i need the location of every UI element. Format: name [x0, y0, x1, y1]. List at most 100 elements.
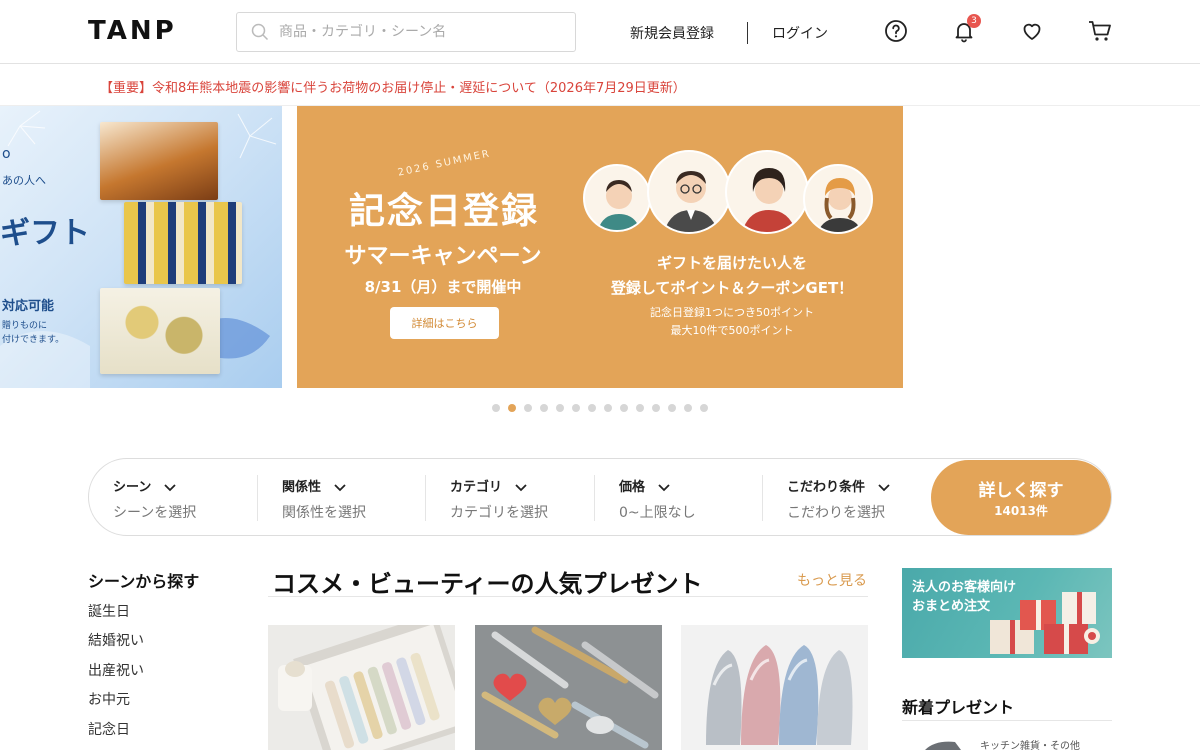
search-filter-bar: シーン シーンを選択 関係性 関係性を選択 カテゴリ カテゴリを選択 価格 0~… — [88, 458, 1112, 536]
search-box[interactable] — [236, 12, 576, 52]
sidebar-item-ochugen[interactable]: お中元 — [88, 689, 130, 709]
carousel-dot[interactable] — [492, 404, 500, 412]
sidebar-item-anniversary[interactable]: 記念日 — [88, 719, 130, 739]
filter-preferences-value: こだわりを選択 — [787, 505, 885, 521]
carousel-dot[interactable] — [588, 404, 596, 412]
section-divider — [268, 596, 868, 597]
carousel-dot[interactable] — [700, 404, 708, 412]
new-presents-title: 新着プレゼント — [902, 698, 1015, 717]
banner-details-button[interactable]: 詳細はこちら — [390, 307, 499, 339]
chevron-down-icon — [164, 483, 176, 491]
site-logo[interactable]: TANP — [88, 16, 177, 46]
banner-left-line1: あの人へ — [2, 174, 46, 187]
carousel-dot[interactable] — [668, 404, 676, 412]
product-image-cosmetics — [268, 625, 455, 750]
banner-right-details: 記念日登録1つにつき50ポイント 最大10件で500ポイント — [587, 304, 877, 340]
product-image-eel — [100, 122, 218, 200]
chevron-down-icon — [657, 483, 670, 491]
product-card[interactable] — [681, 625, 868, 750]
sidebar-item-birth[interactable]: 出産祝い — [88, 660, 144, 680]
detailed-search-count: 14013件 — [994, 504, 1048, 518]
filter-relationship-label: 関係性 — [282, 480, 322, 495]
see-more-link[interactable]: もっと見る — [797, 570, 867, 590]
site-header: TANP 新規会員登録 ログイン 3 — [0, 0, 1200, 64]
carousel-dot[interactable] — [524, 404, 532, 412]
filter-scene-value: シーンを選択 — [113, 505, 197, 521]
banner-left-line4: 贈りものに — [2, 321, 48, 331]
carousel-dots — [0, 404, 1200, 412]
filter-divider — [762, 475, 763, 521]
product-card[interactable] — [268, 625, 455, 750]
filter-price-value: 0~上限なし — [619, 505, 696, 521]
product-card[interactable] — [475, 625, 662, 750]
notice-text[interactable]: 【重要】令和8年熊本地震の影響に伴うお荷物のお届け停止・遅延について（2026年… — [100, 77, 686, 96]
person-illustration-1 — [583, 164, 651, 232]
product-image-tea — [100, 288, 220, 374]
carousel-dot[interactable] — [540, 404, 548, 412]
notification-button[interactable]: 3 — [951, 14, 981, 44]
banner-right-line2: 登録してポイント＆クーポンGET！ — [610, 279, 854, 297]
carousel-dot[interactable] — [652, 404, 660, 412]
filter-price[interactable]: 価格 0~上限なし — [619, 459, 759, 537]
banner-season: 2026 SUMMER — [396, 148, 492, 179]
filter-divider — [594, 475, 595, 521]
filter-scene-label: シーン — [113, 480, 152, 495]
product-image-beer-set — [124, 202, 242, 284]
filter-divider — [257, 475, 258, 521]
chevron-down-icon — [877, 483, 890, 491]
carousel-dot[interactable] — [604, 404, 612, 412]
banner-slide-active[interactable]: 2026 SUMMER 記念日登録 サマーキャンペーン 8/31（月）まで開催中… — [297, 106, 903, 388]
person-illustration-2 — [647, 150, 731, 234]
carousel-dot[interactable] — [572, 404, 580, 412]
corporate-order-banner[interactable]: 法人のお客様向け おまとめ注文 — [902, 568, 1112, 658]
heart-icon — [1023, 23, 1041, 40]
filter-preferences-label: こだわり条件 — [787, 480, 866, 495]
filter-category-value: カテゴリを選択 — [450, 505, 548, 521]
sidebar-title: シーンから探す — [88, 572, 200, 591]
banner-right-small1: 記念日登録1つにつき50ポイント — [650, 306, 814, 319]
chevron-down-icon — [514, 483, 527, 491]
product-image-hairbrushes — [681, 625, 868, 750]
person-illustration-4 — [803, 164, 873, 234]
carousel-dot[interactable] — [508, 404, 516, 412]
product-image-spoons — [475, 625, 662, 750]
banner-slide-previous[interactable]: o あの人へ ギフト 対応可能 贈りものに 付けできます。 — [0, 106, 282, 388]
filter-category-label: カテゴリ — [450, 480, 503, 495]
notification-badge: 3 — [967, 14, 981, 28]
banner-title: 記念日登録 — [349, 191, 540, 232]
banner-right-small2: 最大10件で500ポイント — [670, 324, 794, 337]
favorites-button[interactable] — [1019, 18, 1045, 44]
filter-scene[interactable]: シーン シーンを選択 — [113, 459, 253, 537]
sidebar-item-wedding[interactable]: 結婚祝い — [88, 630, 144, 650]
carousel-dot[interactable] — [684, 404, 692, 412]
search-input[interactable] — [279, 24, 559, 40]
filter-divider — [425, 475, 426, 521]
carousel-dot[interactable] — [620, 404, 628, 412]
important-notice[interactable]: 【重要】令和8年熊本地震の影響に伴うお荷物のお届け停止・遅延について（2026年… — [0, 65, 1200, 106]
person-illustration-3 — [725, 150, 809, 234]
cart-icon — [1089, 21, 1111, 41]
new-item-thumbnail[interactable] — [920, 736, 970, 750]
banner-subtitle: サマーキャンペーン — [344, 244, 542, 269]
help-icon — [885, 20, 907, 42]
banner-left-line2: ギフト — [0, 216, 90, 251]
filter-price-label: 価格 — [619, 480, 646, 495]
carousel-dot[interactable] — [556, 404, 564, 412]
filter-category[interactable]: カテゴリ カテゴリを選択 — [450, 459, 590, 537]
sidebar-item-birthday[interactable]: 誕生日 — [88, 601, 130, 621]
filter-relationship[interactable]: 関係性 関係性を選択 — [282, 459, 422, 537]
register-link[interactable]: 新規会員登録 — [630, 23, 714, 43]
login-link[interactable]: ログイン — [772, 23, 828, 43]
help-button[interactable] — [883, 18, 909, 44]
chevron-down-icon — [333, 483, 346, 491]
filter-preferences[interactable]: こだわり条件 こだわりを選択 — [787, 459, 927, 537]
detailed-search-button[interactable]: 詳しく探す 14013件 — [931, 460, 1111, 535]
search-icon — [251, 23, 269, 41]
carousel-dot[interactable] — [636, 404, 644, 412]
cart-button[interactable] — [1087, 18, 1113, 44]
filter-relationship-value: 関係性を選択 — [282, 505, 366, 521]
banner-left-line5: 付けできます。 — [2, 335, 65, 345]
nav-divider — [747, 22, 748, 44]
new-presents-divider — [902, 720, 1112, 721]
banner-left-line3: 対応可能 — [2, 299, 55, 314]
